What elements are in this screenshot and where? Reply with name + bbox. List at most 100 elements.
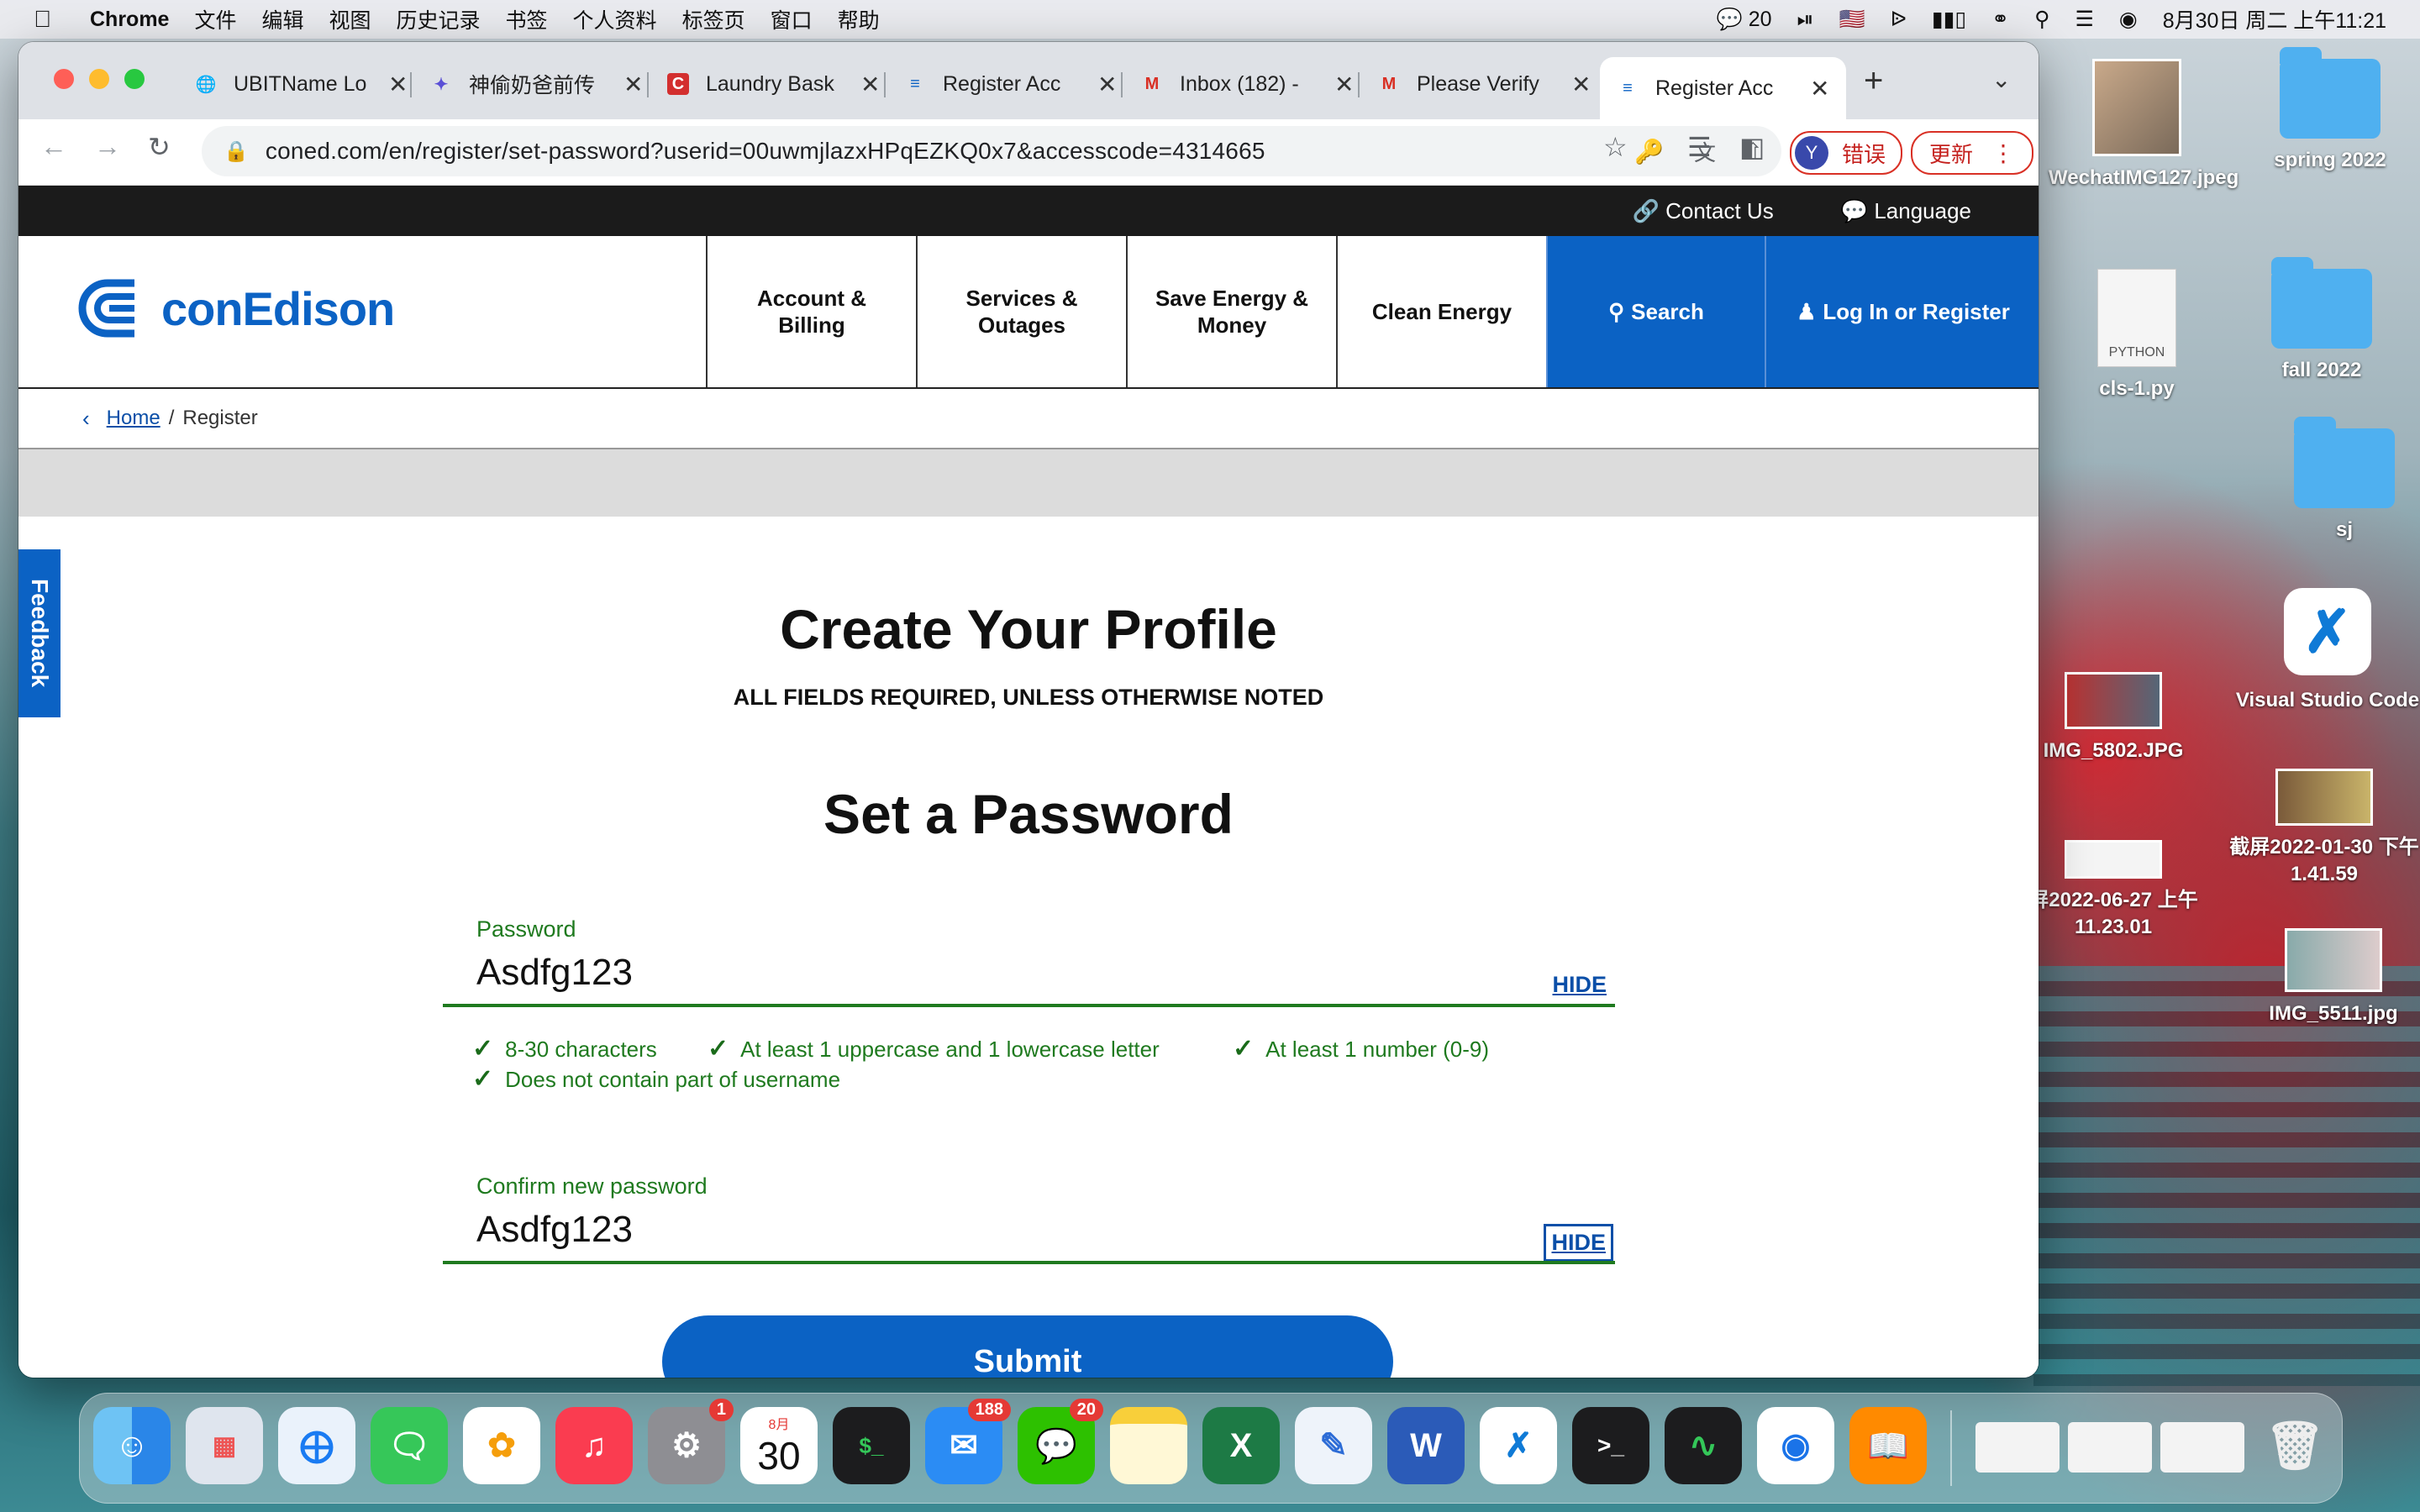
submit-button[interactable]: Submit <box>662 1315 1393 1378</box>
reload-icon[interactable]: ↻ <box>148 131 171 163</box>
terminal-alt-icon[interactable]: $_ <box>833 1407 910 1484</box>
tab-movie[interactable]: ✦ 神偷奶爸前传 ✕ <box>430 57 644 111</box>
password-input[interactable]: Asdfg123 <box>476 952 633 994</box>
zoom-window-button[interactable] <box>124 69 145 89</box>
desktop-file-cls-py[interactable]: PYTHON cls-1.py <box>2049 269 2225 402</box>
minimized-window-1[interactable] <box>1975 1422 2060 1473</box>
launchpad-icon[interactable]: ▦ <box>186 1407 263 1484</box>
menu-history[interactable]: 历史记录 <box>397 4 481 34</box>
nav-services-outages[interactable]: Services & Outages <box>916 236 1126 387</box>
tab-close-icon[interactable]: ✕ <box>1334 71 1354 98</box>
tab-close-icon[interactable]: ✕ <box>1571 71 1591 98</box>
chrome-icon[interactable]: ◉ <box>1757 1407 1834 1484</box>
address-bar[interactable]: 🔒 coned.com/en/register/set-password?use… <box>202 126 1781 176</box>
nav-save-energy-money[interactable]: Save Energy & Money <box>1126 236 1336 387</box>
tab-register-account-active[interactable]: ≡ Register Acc ✕ <box>1600 57 1847 119</box>
input-source-flag-icon[interactable]: 🇺🇸 <box>1839 8 1865 32</box>
bookmark-star-icon[interactable]: ☆ <box>1603 131 1628 163</box>
tab-close-icon[interactable]: ✕ <box>623 71 643 98</box>
spotlight-search-icon[interactable]: ⚲ <box>2034 7 2049 32</box>
password-field[interactable]: Password Asdfg123 HIDE <box>443 916 1632 1007</box>
word-icon[interactable]: W <box>1387 1407 1465 1484</box>
safari-icon[interactable]: ⨁ <box>278 1407 355 1484</box>
wechat-icon[interactable]: 💬 20 <box>1018 1399 1103 1484</box>
confirm-password-hide-toggle[interactable]: HIDE <box>1544 1224 1613 1262</box>
bluetooth-icon[interactable]: ᐉ <box>1891 7 1907 32</box>
textedit-icon[interactable]: ✎ <box>1295 1407 1372 1484</box>
menu-help[interactable]: 帮助 <box>838 4 880 34</box>
menu-profiles[interactable]: 个人资料 <box>573 4 657 34</box>
play-status-icon[interactable]: ⏯ <box>1797 8 1814 32</box>
menu-edit[interactable]: 编辑 <box>261 4 303 34</box>
menu-tabs[interactable]: 标签页 <box>682 4 745 34</box>
menu-bookmarks[interactable]: 书签 <box>506 4 548 34</box>
close-window-button[interactable] <box>54 69 74 89</box>
notes-icon[interactable] <box>1110 1407 1187 1484</box>
tab-ubitname[interactable]: 🌐 UBITName Lo ✕ <box>195 57 408 111</box>
menu-view[interactable]: 视图 <box>329 4 371 34</box>
new-tab-plus-icon[interactable]: + <box>1864 62 1883 100</box>
desktop-file-img-5511[interactable]: IMG_5511.jpg <box>2245 928 2420 1027</box>
calendar-icon[interactable]: 8月 30 <box>740 1407 818 1484</box>
desktop-folder-spring-2022[interactable]: spring 2022 <box>2242 47 2418 174</box>
minimized-window-3[interactable] <box>2160 1422 2244 1473</box>
back-arrow-icon[interactable]: ← <box>40 131 67 162</box>
finder-icon[interactable]: ☺ <box>93 1407 171 1484</box>
tab-close-icon[interactable]: ✕ <box>860 71 880 98</box>
desktop-file-img-5802[interactable]: IMG_5802.JPG <box>2025 672 2202 764</box>
confirm-password-field[interactable]: Confirm new password Asdfg123 HIDE <box>443 1173 1632 1264</box>
update-chrome-button[interactable]: 更新 ⋮ <box>1911 131 2034 175</box>
menubar-clock[interactable]: 8月30日 周二 上午11:21 <box>2163 4 2386 34</box>
tab-register-account-1[interactable]: ≡ Register Acc ✕ <box>904 57 1117 111</box>
profile-error-button[interactable]: Y 错误 <box>1790 131 1903 175</box>
tab-please-verify[interactable]: M Please Verify ✕ <box>1378 57 1591 111</box>
nav-clean-energy[interactable]: Clean Energy <box>1336 236 1546 387</box>
music-icon[interactable]: ♫ <box>555 1407 633 1484</box>
desktop-folder-fall-2022[interactable]: fall 2022 <box>2233 257 2410 384</box>
photos-icon[interactable]: ✿ <box>463 1407 540 1484</box>
activity-monitor-icon[interactable]: ∿ <box>1665 1407 1742 1484</box>
password-hide-toggle[interactable]: HIDE <box>1552 972 1607 998</box>
tab-gmail-inbox[interactable]: M Inbox (182) - ✕ <box>1141 57 1355 111</box>
system-settings-icon[interactable]: ⚙ 1 <box>648 1399 734 1484</box>
side-panel-icon[interactable]: ◧ <box>1739 131 1765 163</box>
control-center-icon[interactable]: ☰ <box>2075 7 2093 32</box>
tab-search-chevron-icon[interactable]: ⌄ <box>1991 66 2011 93</box>
minimize-window-button[interactable] <box>89 69 109 89</box>
messages-icon[interactable]: 🗨 <box>371 1407 448 1484</box>
terminal-icon[interactable]: >_ <box>1572 1407 1649 1484</box>
desktop-folder-sj[interactable]: sj <box>2256 417 2420 543</box>
trash-icon[interactable]: 🗑 <box>2256 1407 2333 1484</box>
battery-icon[interactable]: ▮▮▯ <box>1932 7 1966 32</box>
language-link[interactable]: 💬 Language <box>1841 198 2005 224</box>
confirm-password-input[interactable]: Asdfg123 <box>476 1209 633 1251</box>
siri-icon[interactable]: ◉ <box>2119 7 2138 32</box>
link-icon[interactable]: ⚭ <box>1991 7 2009 32</box>
breadcrumb-home-link[interactable]: Home <box>107 407 160 430</box>
tab-close-icon[interactable]: ✕ <box>388 71 408 98</box>
nav-account-billing[interactable]: Account & Billing <box>706 236 916 387</box>
tab-close-icon[interactable]: ✕ <box>1810 75 1829 102</box>
contact-us-link[interactable]: 🔗 Contact Us <box>1632 198 1807 224</box>
conedison-logo[interactable]: conEdison <box>76 276 395 340</box>
password-key-icon[interactable]: 🔑 <box>1634 138 1664 165</box>
desktop-app-vscode[interactable]: ✗ Visual Studio Code <box>2227 588 2420 714</box>
tab-laundry-basket[interactable]: C Laundry Bask ✕ <box>667 57 880 111</box>
apple-menu-icon[interactable]:  <box>34 6 51 33</box>
desktop-file-wechatimg[interactable]: WechatIMG127.jpeg <box>2049 59 2238 192</box>
mail-icon[interactable]: ✉ 188 <box>925 1399 1011 1484</box>
excel-icon[interactable]: X <box>1202 1407 1280 1484</box>
nav-search-button[interactable]: ⚲ Search <box>1546 236 1765 387</box>
wechat-status-icon[interactable]: 💬 20 <box>1717 8 1772 32</box>
reading-list-icon[interactable]: ☰ <box>1687 131 1712 163</box>
vscode-dock-icon[interactable]: ✗ <box>1480 1407 1557 1484</box>
app-menu[interactable]: Chrome <box>90 8 169 32</box>
desktop-file-screenshot-0627[interactable]: 屏2022-06-27 上午11.23.01 <box>2025 840 2202 941</box>
books-icon[interactable]: 📖 <box>1849 1407 1927 1484</box>
nav-login-register-button[interactable]: ♟ Log In or Register <box>1765 236 2039 387</box>
menu-window[interactable]: 窗口 <box>771 4 813 34</box>
menu-file[interactable]: 文件 <box>194 4 236 34</box>
forward-arrow-icon[interactable]: → <box>94 131 121 162</box>
tab-close-icon[interactable]: ✕ <box>1097 71 1117 98</box>
minimized-window-2[interactable] <box>2068 1422 2152 1473</box>
